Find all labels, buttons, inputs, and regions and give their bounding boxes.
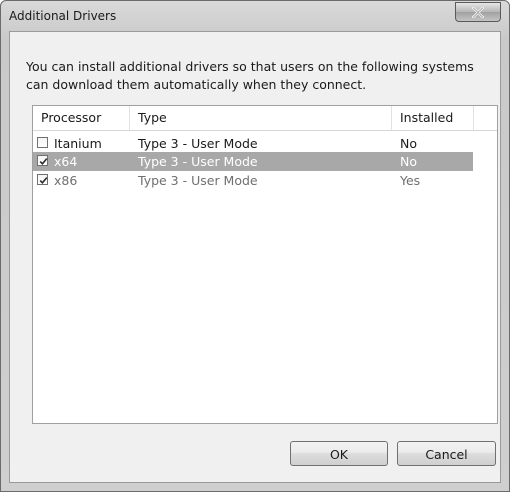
list-header: Processor Type Installed	[33, 106, 497, 131]
column-header-installed[interactable]: Installed	[392, 106, 474, 130]
list-item-itanium[interactable]: Itanium Type 3 - User Mode No	[33, 134, 473, 153]
list-item-x64[interactable]: x64 Type 3 - User Mode No	[33, 152, 473, 171]
installed-cell: No	[400, 154, 417, 169]
type-cell: Type 3 - User Mode	[138, 154, 258, 169]
dialog-body: You can install additional drivers so th…	[9, 31, 501, 483]
installed-cell: No	[400, 136, 417, 151]
processor-cell: Itanium	[54, 136, 102, 151]
checkbox-itanium[interactable]	[37, 137, 48, 148]
dialog-title: Additional Drivers	[9, 9, 117, 23]
close-button[interactable]	[455, 2, 501, 22]
processor-cell: x86	[54, 173, 78, 188]
ok-button[interactable]: OK	[290, 441, 388, 466]
checkmark-icon	[37, 155, 48, 166]
list-item-x86[interactable]: x86 Type 3 - User Mode Yes	[33, 171, 473, 190]
type-cell: Type 3 - User Mode	[138, 173, 258, 188]
additional-drivers-dialog: Additional Drivers You can install addit…	[0, 0, 510, 492]
processor-cell: x64	[54, 154, 78, 169]
intro-text: You can install additional drivers so th…	[26, 59, 474, 92]
checkbox-unchecked-icon	[37, 137, 48, 148]
column-header-type[interactable]: Type	[130, 106, 392, 130]
column-header-processor[interactable]: Processor	[33, 106, 130, 130]
checkmark-icon	[37, 174, 48, 185]
cancel-button[interactable]: Cancel	[397, 441, 496, 466]
checkbox-x64[interactable]	[37, 155, 48, 166]
close-icon	[472, 6, 484, 18]
title-bar[interactable]: Additional Drivers	[1, 1, 509, 31]
installed-cell: Yes	[400, 173, 421, 188]
type-cell: Type 3 - User Mode	[138, 136, 258, 151]
checkbox-x86[interactable]	[37, 174, 48, 185]
column-header-filler	[474, 106, 497, 130]
drivers-list[interactable]: Processor Type Installed Itanium Type 3 …	[32, 105, 498, 424]
